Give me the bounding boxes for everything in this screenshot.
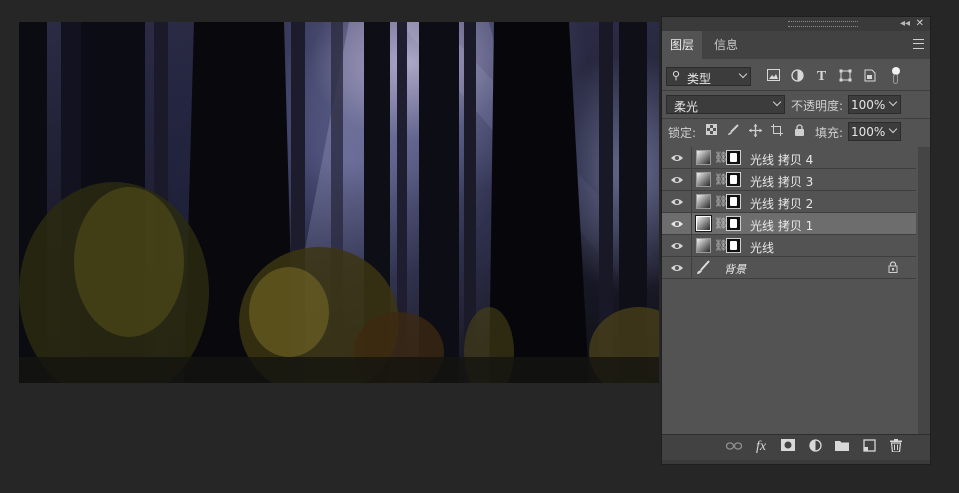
tab-info[interactable]: 信息	[706, 31, 746, 59]
type-filter-icon[interactable]: T	[814, 69, 829, 84]
layer-row-background[interactable]: 背景	[662, 257, 916, 279]
divider	[691, 257, 692, 279]
adjustment-layer-icon[interactable]	[807, 439, 823, 455]
tab-label: 图层	[670, 38, 695, 52]
document-canvas[interactable]	[19, 22, 659, 383]
blend-mode-select[interactable]: 柔光	[666, 95, 785, 114]
panel-title-bar[interactable]: ◂◂ ✕	[662, 17, 930, 31]
layer-name[interactable]: 光线 拷贝 4	[750, 151, 813, 168]
chevron-down-icon	[772, 97, 782, 107]
trash-icon[interactable]	[888, 439, 904, 455]
divider	[691, 213, 692, 235]
group-folder-icon[interactable]	[834, 439, 850, 455]
eye-icon[interactable]	[670, 217, 684, 231]
layer-thumbnail[interactable]	[696, 238, 711, 253]
panel-tab-bar: 图层 信息	[662, 31, 930, 59]
layer-name[interactable]: 光线 拷贝 1	[750, 217, 813, 234]
lock-transparent-pixels-icon[interactable]	[704, 124, 718, 138]
brush-icon	[697, 260, 710, 274]
layers-list: ⛓ 光线 拷贝 4 ⛓ 光线 拷贝 3 ⛓ 光线 拷贝 2 ⛓ 光线 拷贝 1 …	[662, 147, 918, 434]
link-chain-icon[interactable]: ⛓	[714, 150, 728, 166]
lock-label: 锁定:	[668, 126, 697, 140]
divider	[691, 169, 692, 191]
layer-thumbnail[interactable]	[696, 150, 711, 165]
layers-panel-footer: fx	[662, 434, 930, 461]
chevron-down-icon	[888, 97, 898, 107]
layer-thumbnail[interactable]	[695, 215, 712, 232]
eye-icon[interactable]	[670, 173, 684, 187]
lock-artboard-icon[interactable]	[770, 124, 784, 138]
drag-grip[interactable]	[788, 21, 858, 27]
layer-name[interactable]: 背景	[724, 261, 746, 277]
opacity-input[interactable]: 100%	[848, 95, 901, 114]
link-chain-icon[interactable]: ⛓	[714, 194, 728, 210]
link-chain-icon[interactable]: ⛓	[714, 216, 728, 232]
search-icon: ⚲	[672, 69, 681, 82]
blend-mode-value: 柔光	[674, 100, 699, 114]
layer-row[interactable]: ⛓ 光线 拷贝 2	[662, 191, 916, 213]
filter-toggle[interactable]	[892, 67, 900, 85]
fx-icon[interactable]: fx	[753, 439, 769, 455]
layer-row[interactable]: ⛓ 光线 拷贝 3	[662, 169, 916, 191]
eye-icon[interactable]	[670, 261, 684, 275]
divider	[691, 147, 692, 169]
opacity-value: 100%	[851, 98, 886, 112]
layer-name[interactable]: 光线	[750, 239, 774, 256]
layer-filter-select[interactable]: ⚲ 类型	[666, 67, 751, 86]
divider	[691, 235, 692, 257]
link-chain-icon[interactable]: ⛓	[714, 172, 728, 188]
forest-image	[19, 22, 659, 383]
tab-label: 信息	[714, 38, 739, 52]
eye-icon[interactable]	[670, 195, 684, 209]
fill-input[interactable]: 100%	[848, 122, 901, 141]
layer-mask-thumbnail[interactable]	[726, 216, 741, 231]
fill-label: 填充:	[815, 126, 844, 140]
layer-row[interactable]: ⛓ 光线 拷贝 4	[662, 147, 916, 169]
filter-kind-label: 类型	[687, 72, 712, 86]
fill-value: 100%	[851, 125, 886, 139]
layer-mask-thumbnail[interactable]	[726, 172, 741, 187]
eye-icon[interactable]	[670, 151, 684, 165]
link-chain-icon[interactable]: ⛓	[714, 238, 728, 254]
tab-layers[interactable]: 图层	[662, 31, 703, 59]
new-layer-icon[interactable]	[861, 439, 877, 455]
lock-icon[interactable]	[887, 261, 899, 273]
chevron-down-icon	[738, 69, 748, 79]
divider	[662, 118, 930, 119]
lock-all-icon[interactable]	[792, 124, 806, 138]
toggle-track	[893, 74, 898, 84]
chevron-down-icon	[888, 124, 898, 134]
eye-icon[interactable]	[670, 239, 684, 253]
layer-mask-thumbnail[interactable]	[726, 238, 741, 253]
adjustment-filter-icon[interactable]	[790, 69, 805, 84]
layer-name[interactable]: 光线 拷贝 3	[750, 173, 813, 190]
layer-row-selected[interactable]: ⛓ 光线 拷贝 1	[662, 213, 916, 235]
divider	[691, 191, 692, 213]
close-icon[interactable]: ✕	[916, 17, 924, 31]
panel-resize-handle[interactable]	[662, 460, 930, 464]
layers-panel: ◂◂ ✕ 图层 信息 ⚲ 类型 T 柔光 不透明度: 100% 锁定: 填充: …	[661, 16, 931, 465]
panel-menu-icon[interactable]	[913, 39, 924, 49]
add-mask-icon[interactable]	[780, 439, 796, 455]
smart-object-filter-icon[interactable]	[862, 69, 877, 84]
opacity-label: 不透明度:	[791, 99, 844, 113]
layer-mask-thumbnail[interactable]	[726, 150, 741, 165]
pixel-filter-icon[interactable]	[766, 69, 781, 84]
lock-position-icon[interactable]	[748, 124, 762, 138]
layer-row[interactable]: ⛓ 光线	[662, 235, 916, 257]
lock-image-pixels-icon[interactable]	[726, 124, 740, 138]
layer-name[interactable]: 光线 拷贝 2	[750, 195, 813, 212]
link-layers-icon[interactable]	[725, 439, 743, 455]
collapse-icon[interactable]: ◂◂	[900, 17, 910, 31]
layer-thumbnail[interactable]	[696, 172, 711, 187]
shape-filter-icon[interactable]	[838, 69, 853, 84]
layer-thumbnail[interactable]	[696, 194, 711, 209]
layers-scrollbar[interactable]	[918, 147, 930, 434]
layer-mask-thumbnail[interactable]	[726, 194, 741, 209]
divider	[662, 90, 930, 91]
